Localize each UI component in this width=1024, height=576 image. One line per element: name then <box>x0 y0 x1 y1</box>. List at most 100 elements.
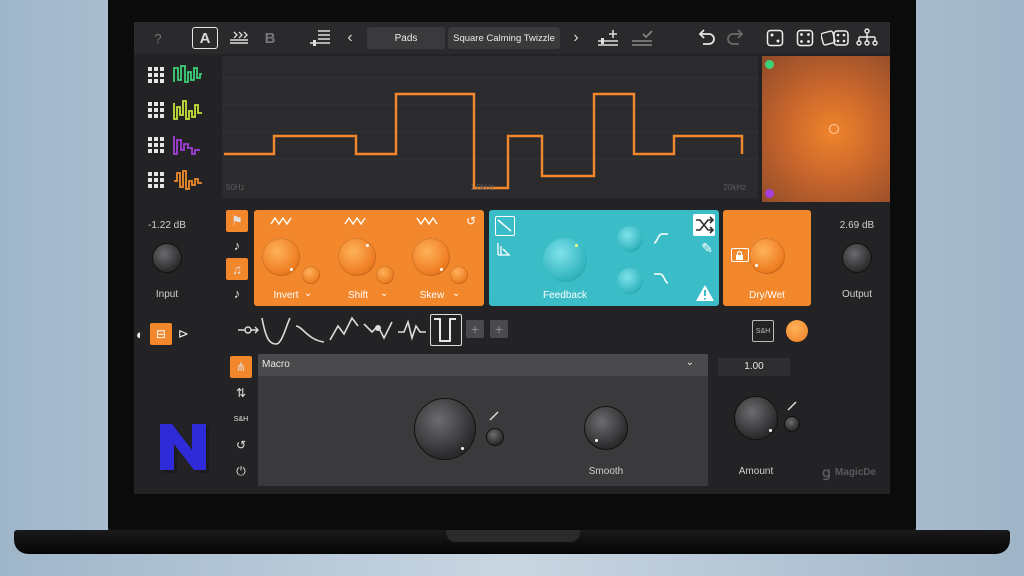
chevron-down-icon[interactable]: ⌄ <box>452 288 460 299</box>
preset-list-icon[interactable] <box>306 27 334 49</box>
macro-side-icons: ⋔ ⇅ S&H ↺ ⏻ <box>230 356 252 486</box>
invert-label: Invert <box>273 290 299 301</box>
undo-small-icon[interactable]: ↺ <box>230 434 252 456</box>
smooth-label: Smooth <box>588 466 624 477</box>
amount-panel: 1.00 Amount <box>714 354 812 486</box>
next-preset-button[interactable]: › <box>568 27 584 49</box>
wave-up-icon <box>270 216 292 226</box>
chevron-down-icon[interactable]: ⌄ <box>304 288 312 299</box>
macro-main-knob[interactable] <box>414 398 476 460</box>
amount-value[interactable]: 1.00 <box>718 358 790 376</box>
drum-icon[interactable]: ◐ <box>136 327 144 342</box>
macro-panel: Macro ⌄ Smooth <box>258 354 708 486</box>
horn-icon[interactable]: ⊳ <box>178 326 189 342</box>
help-button[interactable]: ? <box>148 27 168 49</box>
highpass-icon <box>653 233 668 244</box>
filter-shape-icon[interactable] <box>495 216 515 236</box>
feedback-knob[interactable] <box>543 238 587 282</box>
drag-grid-icon[interactable] <box>148 102 164 118</box>
shape-spike-icon[interactable] <box>396 314 428 346</box>
xy-handle[interactable] <box>829 124 839 134</box>
add-shape-button-2[interactable]: + <box>490 320 508 338</box>
shape-square-selected[interactable] <box>430 314 462 346</box>
brand-logo-icon: ց <box>822 463 831 480</box>
shape-decay-icon[interactable] <box>294 314 326 346</box>
macro-routing-icon[interactable]: ⋔ <box>230 356 252 378</box>
copy-a-to-b-icon[interactable] <box>226 27 252 49</box>
undo-icon[interactable] <box>694 27 718 49</box>
lfo-item-4[interactable] <box>148 165 218 195</box>
flag-icon[interactable]: ⚑ <box>226 210 248 232</box>
chevron-down-icon[interactable]: ⌄ <box>686 357 694 368</box>
shape-point-icon[interactable] <box>362 314 394 346</box>
shape-v-icon[interactable] <box>260 314 292 346</box>
sample-hold-button[interactable]: S&H <box>752 320 774 342</box>
waveform-graph[interactable]: 50Hz 1.0kHz 20kHz <box>222 56 758 198</box>
plugin-window: ? A B ‹ Pads Square Calming Twizzle › 50… <box>134 22 890 494</box>
pen-icon[interactable]: ✎ <box>701 240 713 257</box>
save-preset-icon[interactable] <box>594 27 624 49</box>
chevron-down-icon[interactable]: ⌄ <box>380 288 388 299</box>
note-icon[interactable]: ♪ <box>226 234 248 256</box>
drag-grid-icon[interactable] <box>148 67 164 83</box>
lfo-shape-row: + + S&H <box>224 314 814 348</box>
randomize-one-icon[interactable] <box>764 27 786 49</box>
invert-mod-knob[interactable] <box>302 266 320 284</box>
add-shape-button[interactable]: + <box>466 320 484 338</box>
filter-slope-icon[interactable] <box>495 240 515 260</box>
lock-icon[interactable] <box>731 248 749 262</box>
redo-icon[interactable] <box>724 27 748 49</box>
feedback-label: Feedback <box>543 290 587 301</box>
preset-b-button[interactable]: B <box>260 27 280 49</box>
feedback-tone-knob-1[interactable] <box>617 226 643 252</box>
beamed-notes-icon[interactable]: ♫ <box>226 258 248 280</box>
xy-corner-green-dot <box>765 60 774 69</box>
feedback-tone-knob-2[interactable] <box>617 268 643 294</box>
n-logo <box>160 424 209 473</box>
routing-icon[interactable] <box>854 27 880 49</box>
input-knob[interactable] <box>152 243 182 273</box>
amount-label: Amount <box>738 466 774 477</box>
invert-knob[interactable] <box>262 238 300 276</box>
macro-sh-label[interactable]: S&H <box>230 408 252 430</box>
shift-mod-knob[interactable] <box>376 266 394 284</box>
preset-category[interactable]: Pads <box>367 27 445 49</box>
swap-arrows-icon[interactable]: ⇅ <box>230 382 252 404</box>
lfo-item-1[interactable] <box>148 60 218 90</box>
freq-label-high: 20kHz <box>723 183 746 192</box>
macro-mod-knob[interactable] <box>486 428 504 446</box>
power-icon[interactable]: ⏻ <box>230 460 252 482</box>
xy-corner-purple-dot <box>765 189 774 198</box>
output-value[interactable]: 2.69 dB <box>824 220 890 231</box>
confirm-preset-icon[interactable] <box>628 27 658 49</box>
drag-grid-icon[interactable] <box>148 172 164 188</box>
drag-grid-icon[interactable] <box>148 137 164 153</box>
input-value[interactable]: -1.22 dB <box>134 220 200 231</box>
xy-pad[interactable] <box>762 56 890 202</box>
preset-a-button[interactable]: A <box>192 27 218 49</box>
waveform-display <box>222 77 758 190</box>
input-label: Input <box>155 289 179 300</box>
freq-label-mid: 1.0kHz <box>470 183 495 192</box>
prev-preset-button[interactable]: ‹ <box>342 27 358 49</box>
smooth-knob[interactable] <box>584 406 628 450</box>
shuffle-icon[interactable] <box>693 214 715 236</box>
randomize-some-icon[interactable] <box>794 27 816 49</box>
shift-knob[interactable] <box>338 238 376 276</box>
macro-selector[interactable]: Macro ⌄ <box>258 354 708 376</box>
preset-name[interactable]: Square Calming Twizzle <box>448 27 560 49</box>
randomize-all-icon[interactable] <box>820 27 850 49</box>
reset-icon[interactable]: ↺ <box>466 214 476 228</box>
amount-knob[interactable] <box>734 396 778 440</box>
snare-icon[interactable]: ⊟ <box>149 323 172 345</box>
lfo-item-3[interactable] <box>148 130 218 160</box>
shape-zigzag-icon[interactable] <box>328 314 360 346</box>
skew-mod-knob[interactable] <box>450 266 468 284</box>
drywet-knob[interactable] <box>749 238 785 274</box>
note-flat-icon[interactable]: ♪ <box>226 282 248 304</box>
amount-mod-knob[interactable] <box>784 416 800 432</box>
lfo-item-2[interactable] <box>148 95 218 125</box>
output-knob[interactable] <box>842 243 872 273</box>
skew-knob[interactable] <box>412 238 450 276</box>
lfo-active-toggle[interactable] <box>786 320 808 342</box>
